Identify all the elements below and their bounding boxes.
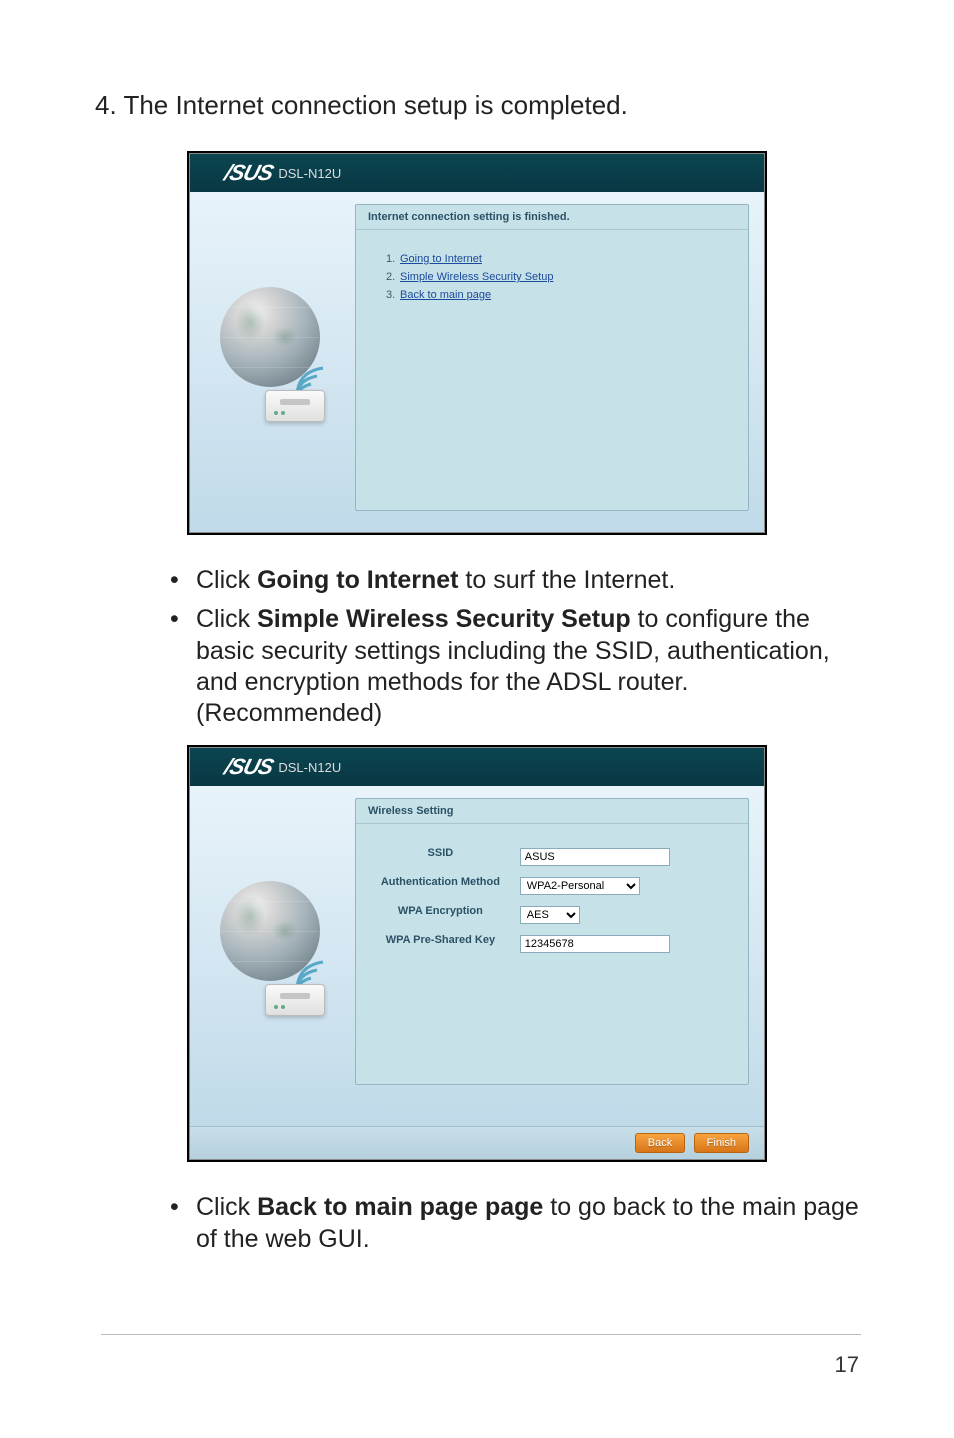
- list-item: 1.Going to Internet: [386, 250, 718, 268]
- auth-select[interactable]: WPA2-Personal: [520, 877, 640, 895]
- sidebar-illustration: [190, 192, 350, 532]
- link-back-to-main[interactable]: Back to main page: [400, 289, 491, 301]
- footer-bar: Back Finish: [190, 1126, 764, 1159]
- link-simple-wireless-setup[interactable]: Simple Wireless Security Setup: [400, 271, 553, 283]
- panel-title: Wireless Setting: [356, 799, 748, 824]
- screenshot-connection-finished: /SUS DSL-N12U Internet connection se: [187, 151, 767, 535]
- model-label: DSL-N12U: [278, 760, 341, 775]
- ssid-input[interactable]: [520, 848, 670, 866]
- asus-logo: /SUS: [225, 754, 272, 780]
- instruction-item: Click Simple Wireless Security Setup to …: [170, 604, 859, 729]
- step-text: 4. The Internet connection setup is comp…: [95, 90, 859, 121]
- screenshot-wireless-setting: /SUS DSL-N12U Wireless Setting: [187, 745, 767, 1162]
- key-input[interactable]: [520, 935, 670, 953]
- panel-title: Internet connection setting is finished.: [356, 205, 748, 230]
- enc-label: WPA Encryption: [366, 905, 515, 924]
- content-panel: Internet connection setting is finished.…: [355, 204, 749, 511]
- screenshot-header: /SUS DSL-N12U: [190, 748, 764, 786]
- link-going-to-internet[interactable]: Going to Internet: [400, 253, 482, 265]
- instruction-list: Click Back to main page page to go back …: [95, 1192, 859, 1255]
- asus-logo: /SUS: [225, 160, 272, 186]
- sidebar-illustration: [190, 786, 350, 1126]
- instruction-item: Click Going to Internet to surf the Inte…: [170, 565, 859, 596]
- instruction-list: Click Going to Internet to surf the Inte…: [95, 565, 859, 729]
- ssid-label: SSID: [366, 847, 515, 866]
- key-label: WPA Pre-Shared Key: [366, 934, 515, 953]
- instruction-item: Click Back to main page page to go back …: [170, 1192, 859, 1255]
- page-number: 17: [835, 1352, 859, 1378]
- list-item: 3.Back to main page: [386, 286, 718, 304]
- content-panel: Wireless Setting SSID Authentication Met…: [355, 798, 749, 1085]
- finish-button[interactable]: Finish: [694, 1133, 749, 1153]
- enc-select[interactable]: AES: [520, 906, 580, 924]
- model-label: DSL-N12U: [278, 166, 341, 181]
- router-icon: [265, 390, 325, 422]
- list-item: 2.Simple Wireless Security Setup: [386, 268, 718, 286]
- router-icon: [265, 984, 325, 1016]
- auth-label: Authentication Method: [366, 876, 515, 895]
- screenshot-header: /SUS DSL-N12U: [190, 154, 764, 192]
- back-button[interactable]: Back: [635, 1133, 685, 1153]
